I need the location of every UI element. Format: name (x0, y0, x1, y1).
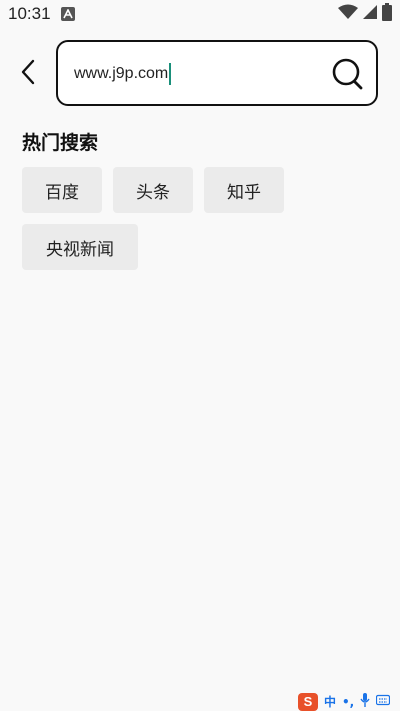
magnifier-icon (332, 58, 363, 90)
hot-search-item[interactable]: 头条 (113, 167, 193, 213)
back-button[interactable] (14, 58, 42, 86)
search-input[interactable]: www.j9p.com (74, 60, 314, 88)
hot-search-item[interactable]: 央视新闻 (22, 224, 138, 270)
hot-search-item[interactable]: 百度 (22, 167, 102, 213)
ime-punct-toggle[interactable]: •, (342, 695, 354, 709)
keyboard-icon[interactable] (376, 694, 391, 709)
wifi-icon (338, 4, 358, 24)
notification-a-icon (60, 7, 75, 21)
ime-toolbar: S 中 •, (298, 692, 400, 711)
battery-icon (382, 3, 392, 25)
cellular-signal-icon (362, 4, 378, 24)
ime-mode-toggle[interactable]: 中 (324, 693, 336, 710)
microphone-icon[interactable] (360, 693, 370, 710)
ime-logo[interactable]: S (298, 692, 318, 711)
hot-search-list: 百度 头条 知乎 央视新闻 (22, 167, 382, 270)
status-right (338, 3, 392, 25)
text-caret (169, 63, 172, 85)
hot-search-item[interactable]: 知乎 (204, 167, 284, 213)
chevron-left-icon (21, 59, 35, 85)
search-box[interactable]: www.j9p.com (56, 40, 378, 106)
search-button[interactable] (330, 56, 366, 92)
search-input-value: www.j9p.com (74, 65, 169, 82)
status-left: 10:31 (8, 4, 75, 24)
status-time: 10:31 (8, 4, 51, 23)
hot-search-title: 热门搜索 (22, 132, 99, 154)
search-header: www.j9p.com (0, 38, 400, 108)
status-bar: 10:31 (0, 0, 400, 28)
